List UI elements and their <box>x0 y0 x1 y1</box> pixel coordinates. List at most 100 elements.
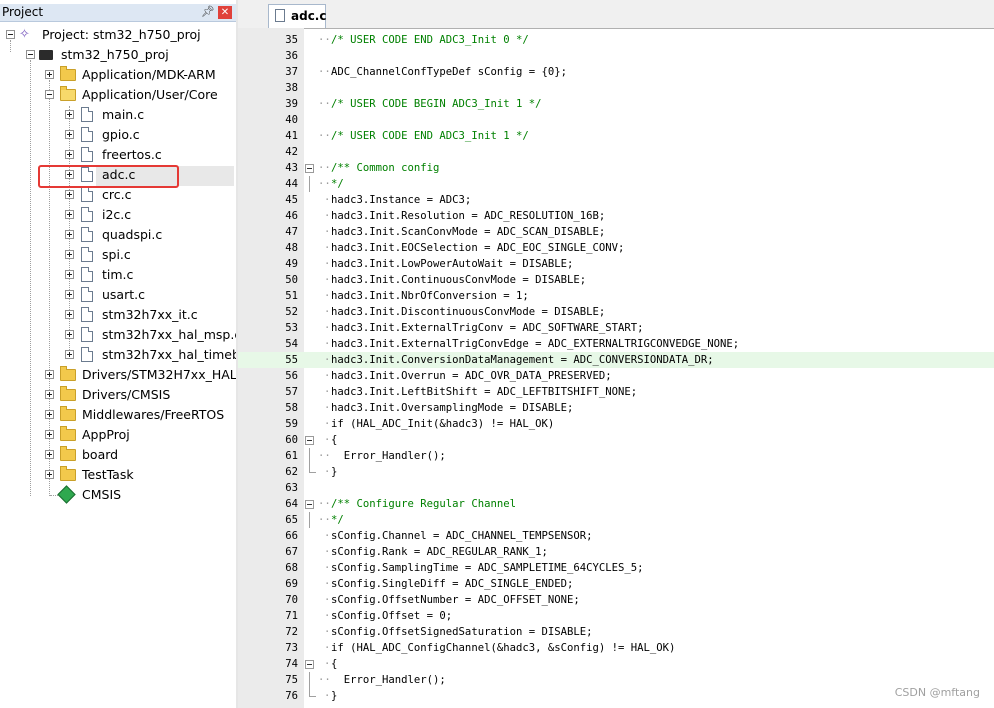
line-number: 75 <box>285 674 298 686</box>
code-line[interactable]: 47 · hadc3.Init.ScanConvMode = ADC_SCAN_DI… <box>238 224 994 240</box>
code-line[interactable]: 46 · hadc3.Init.Resolution = ADC_RESOLUTIO… <box>238 208 994 224</box>
code-line[interactable]: 60 ·{ <box>238 432 994 448</box>
fold-toggle-icon[interactable] <box>305 164 314 173</box>
code-line[interactable]: 48 · hadc3.Init.EOCSelection = ADC_EOC_SIN… <box>238 240 994 256</box>
line-number: 70 <box>285 594 298 606</box>
code-line[interactable]: 41 ··/* USER CODE END ADC3_Init 1 */ <box>238 128 994 144</box>
expand-icon[interactable] <box>65 310 74 319</box>
tab-adc-c[interactable]: adc.c <box>268 4 326 28</box>
expand-icon[interactable] <box>65 110 74 119</box>
code-line[interactable]: 51 · hadc3.Init.NbrOfConversion = 1; <box>238 288 994 304</box>
expand-icon[interactable] <box>45 470 54 479</box>
expand-icon[interactable] <box>65 230 74 239</box>
tree-folder-board[interactable]: board <box>0 445 236 465</box>
tree-file[interactable]: i2c.c <box>0 205 236 225</box>
expand-icon[interactable] <box>45 70 54 79</box>
code-line[interactable]: 38 <box>238 80 994 96</box>
expand-icon[interactable] <box>45 450 54 459</box>
tree-file[interactable]: stm32h7xx_hal_msp.c <box>0 325 236 345</box>
tree-file[interactable]: crc.c <box>0 185 236 205</box>
tree-file[interactable]: usart.c <box>0 285 236 305</box>
tree-file[interactable]: stm32h7xx_hal_timebase <box>0 345 236 365</box>
code-line[interactable]: 73 · if (HAL_ADC_ConfigChannel(&hadc3, &sC… <box>238 640 994 656</box>
code-line[interactable]: 72 · sConfig.OffsetSignedSaturation = DISA… <box>238 624 994 640</box>
code-line[interactable]: 76 ·} <box>238 688 994 704</box>
code-line[interactable]: 69 · sConfig.SingleDiff = ADC_SINGLE_ENDED… <box>238 576 994 592</box>
expand-icon[interactable] <box>65 210 74 219</box>
expand-icon[interactable] <box>45 390 54 399</box>
tree-folder-testtask[interactable]: TestTask <box>0 465 236 485</box>
tree-folder-drivers-cmsis[interactable]: Drivers/CMSIS <box>0 385 236 405</box>
tree-folder-user-core[interactable]: Application/User/Core <box>0 85 236 105</box>
file-label: stm32h7xx_hal_msp.c <box>102 327 237 342</box>
code-line[interactable]: 54 · hadc3.Init.ExternalTrigConvEdge = ADC… <box>238 336 994 352</box>
collapse-icon[interactable] <box>45 90 54 99</box>
tree-file[interactable]: stm32h7xx_it.c <box>0 305 236 325</box>
expand-icon[interactable] <box>65 290 74 299</box>
tree-root[interactable]: ✧ Project: stm32_h750_proj <box>0 25 236 45</box>
code-line[interactable]: 44 ·· */ <box>238 176 994 192</box>
code-line[interactable]: 59 · if (HAL_ADC_Init(&hadc3) != HAL_OK) <box>238 416 994 432</box>
collapse-icon[interactable] <box>26 50 35 59</box>
code-line[interactable]: 70 · sConfig.OffsetNumber = ADC_OFFSET_NON… <box>238 592 994 608</box>
fold-guide <box>309 512 310 528</box>
code-line[interactable]: 37 ·· ADC_ChannelConfTypeDef sConfig = {0}… <box>238 64 994 80</box>
code-line[interactable]: 65 ·· */ <box>238 512 994 528</box>
tree-file[interactable]: freertos.c <box>0 145 236 165</box>
pin-icon[interactable]: 📌︎ <box>201 5 215 18</box>
code-line[interactable]: 57 · hadc3.Init.LeftBitShift = ADC_LEFTBIT… <box>238 384 994 400</box>
tree-file[interactable]: quadspi.c <box>0 225 236 245</box>
tree-folder-drivers-hal[interactable]: Drivers/STM32H7xx_HAL_Dri <box>0 365 236 385</box>
expand-icon[interactable] <box>45 430 54 439</box>
fold-toggle-icon[interactable] <box>305 500 314 509</box>
expand-icon[interactable] <box>65 350 74 359</box>
collapse-icon[interactable] <box>6 30 15 39</box>
tree-folder-middlewares[interactable]: Middlewares/FreeRTOS <box>0 405 236 425</box>
fold-toggle-icon[interactable] <box>305 436 314 445</box>
code-line[interactable]: 39 ··/* USER CODE BEGIN ADC3_Init 1 */ <box>238 96 994 112</box>
tree-target[interactable]: stm32_h750_proj <box>0 45 236 65</box>
code-line[interactable]: 45 · hadc3.Instance = ADC3; <box>238 192 994 208</box>
code-line[interactable]: 61 ·· Error_Handler(); <box>238 448 994 464</box>
fold-toggle-icon[interactable] <box>305 660 314 669</box>
code-area[interactable]: 35 ··/* USER CODE END ADC3_Init 0 */36 37 ·… <box>238 28 994 708</box>
expand-icon[interactable] <box>65 150 74 159</box>
code-line[interactable]: 55 · hadc3.Init.ConversionDataManagement =… <box>238 352 994 368</box>
code-line[interactable]: 58 · hadc3.Init.OversamplingMode = DISABLE… <box>238 400 994 416</box>
code-line[interactable]: 66 · sConfig.Channel = ADC_CHANNEL_TEMPSEN… <box>238 528 994 544</box>
code-line[interactable]: 52 · hadc3.Init.DiscontinuousConvMode = DI… <box>238 304 994 320</box>
code-line[interactable]: 53 · hadc3.Init.ExternalTrigConv = ADC_SOF… <box>238 320 994 336</box>
tree-file[interactable]: tim.c <box>0 265 236 285</box>
code-line[interactable]: 43 ··/** Common config <box>238 160 994 176</box>
code-line[interactable]: 50 · hadc3.Init.ContinuousConvMode = DISAB… <box>238 272 994 288</box>
target-label: stm32_h750_proj <box>61 47 169 62</box>
expand-icon[interactable] <box>65 330 74 339</box>
tree-file[interactable]: spi.c <box>0 245 236 265</box>
expand-icon[interactable] <box>65 250 74 259</box>
code-line[interactable]: 49 · hadc3.Init.LowPowerAutoWait = DISABLE… <box>238 256 994 272</box>
code-line[interactable]: 40 <box>238 112 994 128</box>
code-line[interactable]: 56 · hadc3.Init.Overrun = ADC_OVR_DATA_PRE… <box>238 368 994 384</box>
code-line[interactable]: 74 ·{ <box>238 656 994 672</box>
code-line[interactable]: 68 · sConfig.SamplingTime = ADC_SAMPLETIME… <box>238 560 994 576</box>
expand-icon[interactable] <box>45 370 54 379</box>
code-line[interactable]: 71 · sConfig.Offset = 0; <box>238 608 994 624</box>
expand-icon[interactable] <box>45 410 54 419</box>
code-line[interactable]: 63 <box>238 480 994 496</box>
expand-icon[interactable] <box>65 270 74 279</box>
code-line[interactable]: 36 <box>238 48 994 64</box>
close-icon[interactable]: ✕ <box>218 6 232 19</box>
expand-icon[interactable] <box>65 130 74 139</box>
code-line[interactable]: 75 ·· Error_Handler(); <box>238 672 994 688</box>
code-line[interactable]: 64 ··/** Configure Regular Channel <box>238 496 994 512</box>
tree-folder-mdk-arm[interactable]: Application/MDK-ARM <box>0 65 236 85</box>
code-line[interactable]: 67 · sConfig.Rank = ADC_REGULAR_RANK_1; <box>238 544 994 560</box>
code-line[interactable]: 35 ··/* USER CODE END ADC3_Init 0 */ <box>238 32 994 48</box>
tree-file[interactable]: main.c <box>0 105 236 125</box>
tree-file[interactable]: gpio.c <box>0 125 236 145</box>
tree-item-cmsis[interactable]: CMSIS <box>0 485 236 505</box>
tree-folder-appproj[interactable]: AppProj <box>0 425 236 445</box>
code-line[interactable]: 62 ·} <box>238 464 994 480</box>
code-line[interactable]: 42 <box>238 144 994 160</box>
expand-icon[interactable] <box>65 190 74 199</box>
